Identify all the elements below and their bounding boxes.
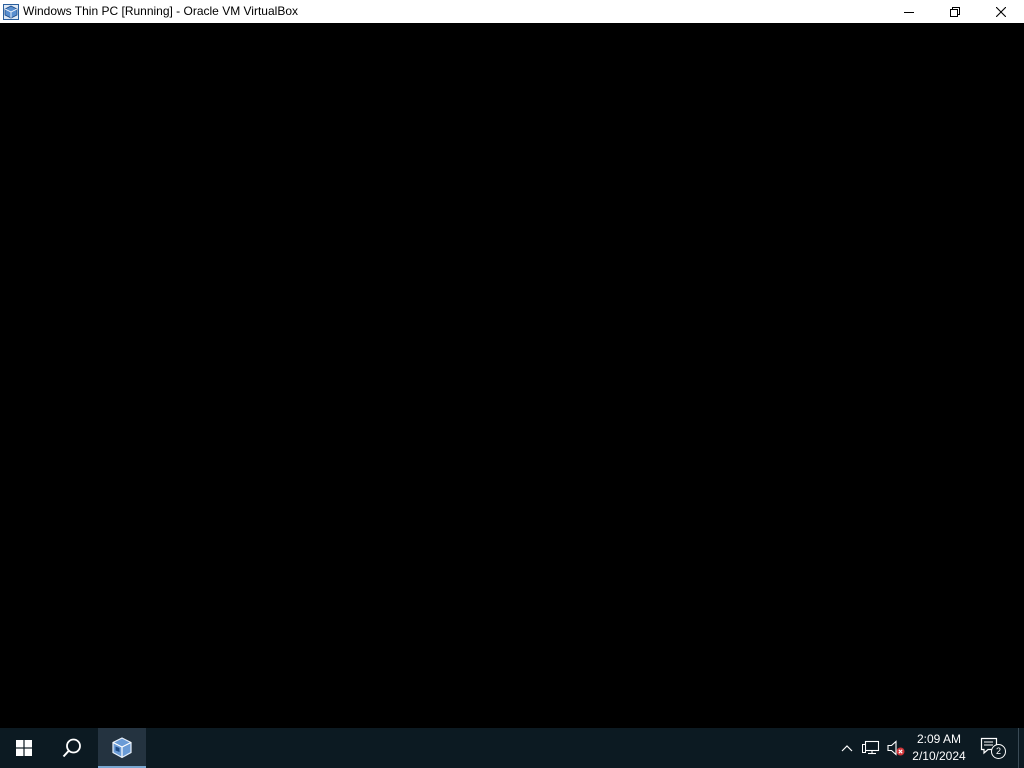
show-desktop-button[interactable] xyxy=(1018,728,1024,768)
windows-logo-icon xyxy=(16,740,32,756)
minimize-icon xyxy=(904,11,914,13)
minimize-button[interactable] xyxy=(886,0,932,23)
virtualbox-icon xyxy=(112,737,132,759)
close-button[interactable] xyxy=(978,0,1024,23)
search-button[interactable] xyxy=(48,728,96,768)
window-controls xyxy=(886,0,1024,23)
search-icon xyxy=(62,738,81,758)
taskbar-app-virtualbox[interactable] xyxy=(98,728,146,768)
action-center-button[interactable]: 2 xyxy=(978,728,1008,768)
taskbar: 2:09 AM 2/10/2024 2 xyxy=(0,728,1024,768)
chevron-up-icon xyxy=(841,745,853,752)
window-title: Windows Thin PC [Running] - Oracle VM Vi… xyxy=(23,4,298,18)
network-tray-button[interactable] xyxy=(859,728,883,768)
notification-count-badge: 2 xyxy=(991,744,1006,759)
title-bar[interactable]: Windows Thin PC [Running] - Oracle VM Vi… xyxy=(0,0,1024,23)
virtualbox-window: Windows Thin PC [Running] - Oracle VM Vi… xyxy=(0,0,1024,768)
clock-time: 2:09 AM xyxy=(916,732,962,746)
volume-muted-icon xyxy=(887,740,905,756)
clock-date: 2/10/2024 xyxy=(912,749,966,763)
volume-tray-button[interactable] xyxy=(884,728,908,768)
vm-display[interactable] xyxy=(0,23,1024,728)
virtualbox-icon[interactable] xyxy=(3,3,19,20)
restore-icon xyxy=(950,6,960,17)
network-icon xyxy=(862,740,880,755)
show-hidden-icons-button[interactable] xyxy=(836,728,858,768)
close-icon xyxy=(996,6,1006,17)
notifications-icon-wrap: 2 xyxy=(980,737,1006,759)
clock[interactable]: 2:09 AM 2/10/2024 xyxy=(906,728,972,768)
restore-button[interactable] xyxy=(932,0,978,23)
start-button[interactable] xyxy=(0,728,48,768)
